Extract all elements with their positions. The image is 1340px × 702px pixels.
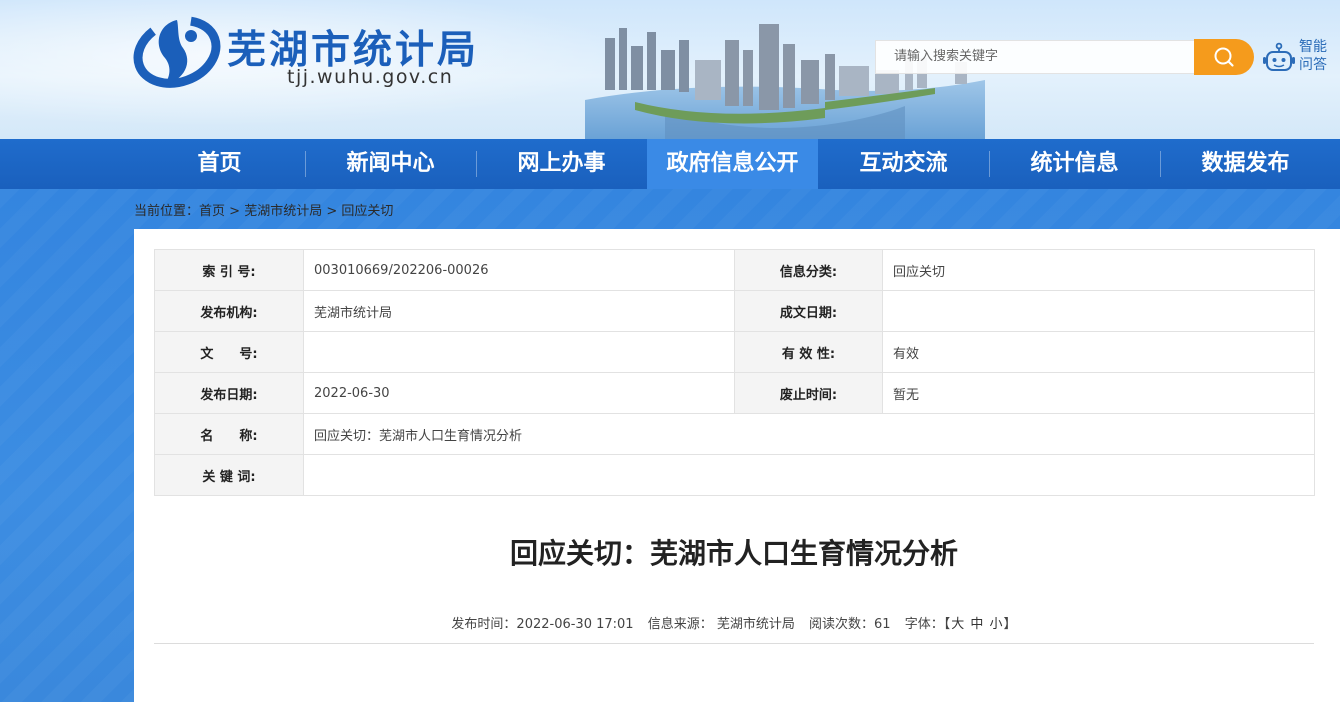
search-input[interactable]: 请输入搜索关键字 <box>875 40 1195 74</box>
site-header: 芜湖市统计局 tjj.wuhu.gov.cn 请输入搜索关键字 智能问答 <box>0 0 1340 139</box>
meta-row: 文 号: 有 效 性: 有效 <box>154 331 1315 373</box>
font-size-label: 字体： <box>904 617 944 632</box>
city-skyline-banner <box>585 24 985 139</box>
font-size-switcher: 字体：【大 中 小】 <box>905 617 1017 632</box>
index-value: 003010669/202206-00026 <box>303 249 735 291</box>
breadcrumb: 当前位置：首页 > 芜湖市统计局 > 回应关切 <box>134 200 393 219</box>
index-label: 索 引 号: <box>154 249 304 291</box>
robot-assistant-icon[interactable] <box>1262 42 1296 74</box>
category-value: 回应关切 <box>882 249 1315 291</box>
breadcrumb-home[interactable]: 首页 <box>199 204 225 219</box>
nav-item-news[interactable]: 新闻中心 <box>305 139 476 189</box>
breadcrumb-bureau[interactable]: 芜湖市统计局 <box>244 204 322 219</box>
nav-item-statistics[interactable]: 统计信息 <box>989 139 1160 189</box>
article-info-bar: 发布时间：2022-06-30 17:01 信息来源： 芜湖市统计局 阅读次数：… <box>154 613 1314 632</box>
search-icon <box>1214 47 1234 67</box>
publish-time: 发布时间：2022-06-30 17:01 <box>451 617 634 632</box>
nav-item-interaction[interactable]: 互动交流 <box>818 139 989 189</box>
doc-number-value <box>303 331 735 373</box>
breadcrumb-separator: > <box>322 204 342 219</box>
name-value: 回应关切：芜湖市人口生育情况分析 <box>303 413 1315 455</box>
site-logo-icon[interactable] <box>133 14 221 88</box>
keywords-value <box>303 454 1315 496</box>
article-divider <box>154 643 1314 644</box>
nav-item-home[interactable]: 首页 <box>134 139 305 189</box>
meta-row: 发布机构: 芜湖市统计局 成文日期: <box>154 290 1315 332</box>
site-domain: tjj.wuhu.gov.cn <box>287 66 454 88</box>
breadcrumb-separator: > <box>225 204 245 219</box>
nav-item-online-services[interactable]: 网上办事 <box>476 139 647 189</box>
meta-row: 名 称: 回应关切：芜湖市人口生育情况分析 <box>154 413 1315 455</box>
info-meta-table: 索 引 号: 003010669/202206-00026 信息分类: 回应关切… <box>154 249 1315 496</box>
meta-row: 关 键 词: <box>154 454 1315 496</box>
meta-row: 发布日期: 2022-06-30 废止时间: 暂无 <box>154 372 1315 414</box>
main-nav: 首页 新闻中心 网上办事 政府信息公开 互动交流 统计信息 数据发布 <box>0 139 1340 189</box>
nav-item-data-release[interactable]: 数据发布 <box>1160 139 1331 189</box>
category-label: 信息分类: <box>734 249 883 291</box>
publisher-value: 芜湖市统计局 <box>303 290 735 332</box>
validity-value: 有效 <box>882 331 1315 373</box>
created-date-label: 成文日期: <box>734 290 883 332</box>
info-source: 信息来源： 芜湖市统计局 <box>647 617 795 632</box>
publisher-label: 发布机构: <box>154 290 304 332</box>
article-title: 回应关切：芜湖市人口生育情况分析 <box>509 537 958 570</box>
pub-date-value: 2022-06-30 <box>303 372 735 414</box>
smart-qa-link[interactable]: 智能问答 <box>1299 38 1333 74</box>
search-button[interactable] <box>1194 39 1254 75</box>
breadcrumb-current[interactable]: 回应关切 <box>341 204 393 219</box>
pub-date-label: 发布日期: <box>154 372 304 414</box>
breadcrumb-prefix: 当前位置： <box>134 204 200 219</box>
abolish-time-label: 废止时间: <box>734 372 883 414</box>
nav-item-gov-info[interactable]: 政府信息公开 <box>647 139 818 189</box>
abolish-time-value: 暂无 <box>882 372 1315 414</box>
doc-number-label: 文 号: <box>154 331 304 373</box>
keywords-label: 关 键 词: <box>154 454 304 496</box>
font-medium-button[interactable]: 中 <box>970 617 983 632</box>
bracket-close: 】 <box>1003 617 1017 632</box>
validity-label: 有 效 性: <box>734 331 883 373</box>
font-large-button[interactable]: 大 <box>951 617 964 632</box>
bracket-open: 【 <box>943 617 951 632</box>
meta-row: 索 引 号: 003010669/202206-00026 信息分类: 回应关切 <box>154 249 1315 291</box>
font-small-button[interactable]: 小 <box>990 617 1003 632</box>
name-label: 名 称: <box>154 413 304 455</box>
view-count: 阅读次数：61 <box>809 617 891 632</box>
created-date-value <box>882 290 1315 332</box>
